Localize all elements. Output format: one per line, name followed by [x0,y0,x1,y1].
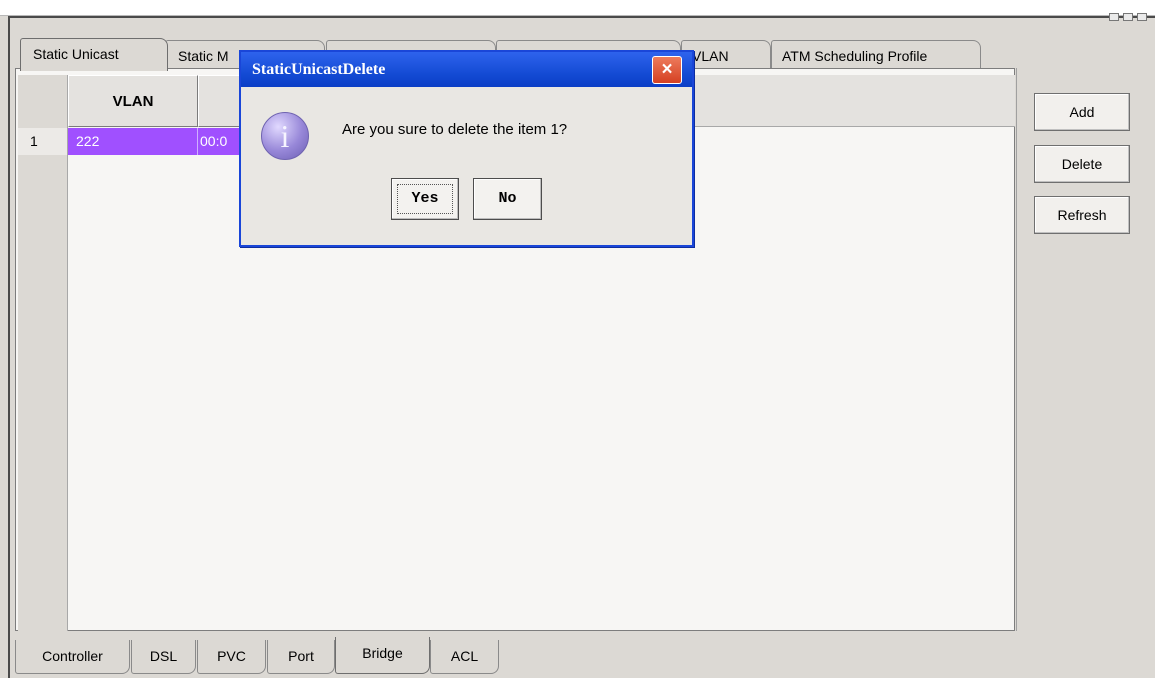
bottom-tab-acl[interactable]: ACL [430,640,499,674]
minimize-icon[interactable] [1109,13,1119,21]
bottom-tab-bridge[interactable]: Bridge [335,637,430,674]
tab-vlan[interactable]: VLAN [681,40,771,70]
dialog-close-icon[interactable]: × [652,56,682,84]
bottom-tab-label: Bridge [362,645,403,661]
dialog-message: Are you sure to delete the item 1? [342,121,568,138]
no-button[interactable]: No [473,178,542,220]
tab-label: Static M [178,48,229,64]
bottom-tab-label: Port [288,648,314,664]
tab-label: VLAN [692,48,729,64]
column-header-vlan[interactable]: VLAN [68,75,198,127]
info-icon: i [261,112,309,160]
refresh-button[interactable]: Refresh [1034,196,1130,234]
bottom-tab-dsl[interactable]: DSL [131,640,196,674]
close-window-icon[interactable] [1137,13,1147,21]
bottom-tab-controller[interactable]: Controller [15,640,130,674]
row-header-column [18,75,68,631]
tab-static-unicast[interactable]: Static Unicast [20,38,168,71]
top-strip [0,0,1155,16]
bottom-tab-port[interactable]: Port [267,640,335,674]
bottom-tab-pvc[interactable]: PVC [197,640,266,674]
delete-button[interactable]: Delete [1034,145,1130,183]
tab-atm-scheduling-profile[interactable]: ATM Scheduling Profile [771,40,981,70]
bottom-tab-label: Controller [42,648,103,664]
bottom-tab-label: ACL [450,648,479,664]
tab-label: ATM Scheduling Profile [782,48,928,64]
yes-button[interactable]: Yes [391,178,459,220]
table-cell-mac[interactable]: 00:0 [198,128,243,155]
tab-label: Static Unicast [33,46,119,62]
dialog-title: StaticUnicastDelete [252,61,386,78]
row-number: 1 [18,128,68,155]
add-button[interactable]: Add [1034,93,1130,131]
maximize-icon[interactable] [1123,13,1133,21]
bottom-tab-label: DSL [149,648,178,664]
table-cell-vlan[interactable]: 222 [68,128,198,155]
bottom-tab-label: PVC [217,648,246,664]
